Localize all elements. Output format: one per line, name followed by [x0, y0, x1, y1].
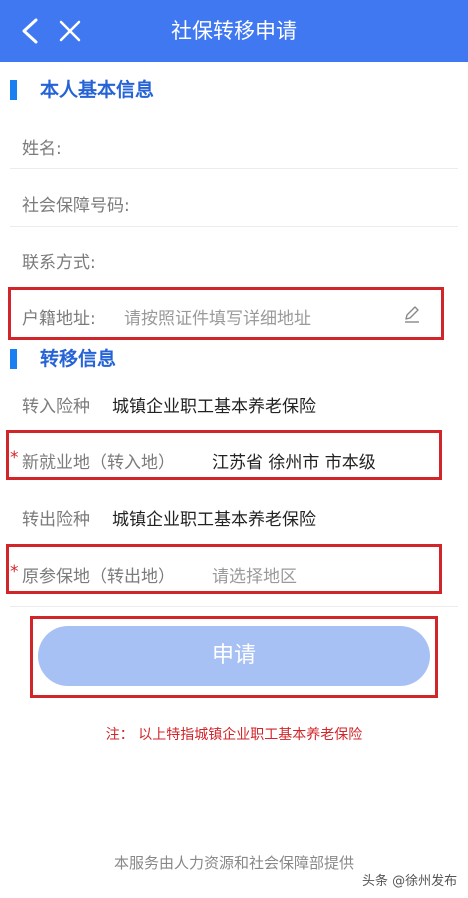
- section-personal-info: 本人基本信息: [0, 76, 468, 106]
- apply-button[interactable]: 申请: [38, 626, 430, 686]
- section-transfer-info: 转移信息: [0, 345, 468, 375]
- ssn-label: 社会保障号码:: [22, 196, 130, 216]
- section-marker: [10, 80, 17, 100]
- old-place-label: 原参保地（转出地）: [22, 567, 175, 587]
- contact-label: 联系方式:: [22, 253, 96, 273]
- section-title: 本人基本信息: [40, 79, 155, 101]
- section-title: 转移信息: [40, 348, 117, 370]
- app-header: 社保转移申请: [0, 0, 468, 62]
- name-label: 姓名:: [22, 139, 62, 159]
- required-mark: *: [10, 562, 19, 582]
- edit-pencil-icon[interactable]: [402, 304, 422, 324]
- note-text: 注： 以上特指城镇企业职工基本养老保险: [105, 727, 363, 743]
- watermark: 头条 @徐州发布: [362, 874, 458, 889]
- section-marker: [10, 349, 17, 369]
- address-label: 户籍地址:: [22, 309, 96, 329]
- old-place-select[interactable]: 请选择地区: [212, 562, 297, 587]
- required-mark: *: [10, 448, 19, 468]
- new-place-label: 新就业地（转入地）: [22, 453, 175, 473]
- address-input[interactable]: 请按照证件填写详细地址: [124, 304, 311, 329]
- in-insurance-value: 城镇企业职工基本养老保险: [112, 397, 316, 417]
- divider: [10, 168, 458, 169]
- new-place-value[interactable]: 江苏省 徐州市 市本级: [212, 448, 376, 473]
- divider: [10, 606, 458, 607]
- out-insurance-value: 城镇企业职工基本养老保险: [112, 510, 316, 530]
- page-title: 社保转移申请: [171, 19, 297, 43]
- out-insurance-label: 转出险种: [22, 510, 90, 530]
- divider: [10, 226, 458, 227]
- in-insurance-label: 转入险种: [22, 397, 90, 417]
